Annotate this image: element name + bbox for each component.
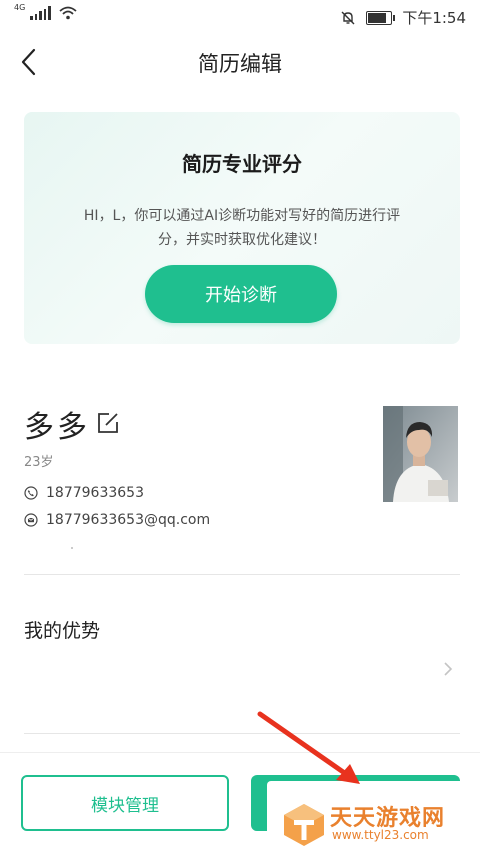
primary-action-button[interactable]	[251, 775, 460, 831]
chevron-right-icon[interactable]	[441, 660, 455, 678]
separator-dot	[71, 547, 73, 549]
phone-icon	[24, 486, 38, 500]
avatar-photo	[383, 406, 458, 502]
module-manage-button[interactable]: 模块管理	[21, 775, 229, 831]
signal-icon	[30, 6, 51, 20]
diagnosis-title: 简历专业评分	[182, 152, 302, 176]
email-row: 18779633653@qq.com	[24, 512, 210, 528]
email-icon	[24, 513, 38, 527]
watermark-backdrop	[267, 781, 460, 831]
profile-name: 多多	[24, 410, 90, 445]
mute-bell-icon	[341, 11, 355, 24]
diagnosis-card: 简历专业评分 HI，L，你可以通过AI诊断功能对写好的简历进行评分，并实时获取优…	[24, 112, 460, 344]
advantage-section-title[interactable]: 我的优势	[24, 616, 100, 643]
page-title: 简历编辑	[198, 52, 282, 76]
avatar[interactable]	[383, 406, 458, 502]
status-right: 下午1:54	[340, 7, 466, 28]
phone-number: 18779633653	[46, 485, 144, 501]
battery-icon	[366, 10, 396, 25]
phone-row: 18779633653	[24, 485, 144, 501]
wifi-icon	[59, 6, 77, 20]
nav-bar: 简历编辑	[0, 38, 480, 86]
start-diagnosis-button[interactable]: 开始诊断	[145, 265, 337, 323]
divider	[24, 733, 460, 734]
network-type: 4G	[14, 3, 26, 12]
edit-icon[interactable]	[95, 410, 121, 436]
email-address: 18779633653@qq.com	[46, 512, 211, 528]
status-time: 下午1:54	[402, 9, 466, 27]
status-left: 4G	[14, 3, 77, 20]
diagnosis-description: HI，L，你可以通过AI诊断功能对写好的简历进行评分，并实时获取优化建议！	[83, 208, 401, 248]
bottom-bar: 模块管理	[0, 752, 480, 854]
divider	[24, 574, 460, 575]
status-bar: 4G 下午1:54	[0, 0, 480, 34]
profile-age: 23岁	[24, 455, 54, 470]
